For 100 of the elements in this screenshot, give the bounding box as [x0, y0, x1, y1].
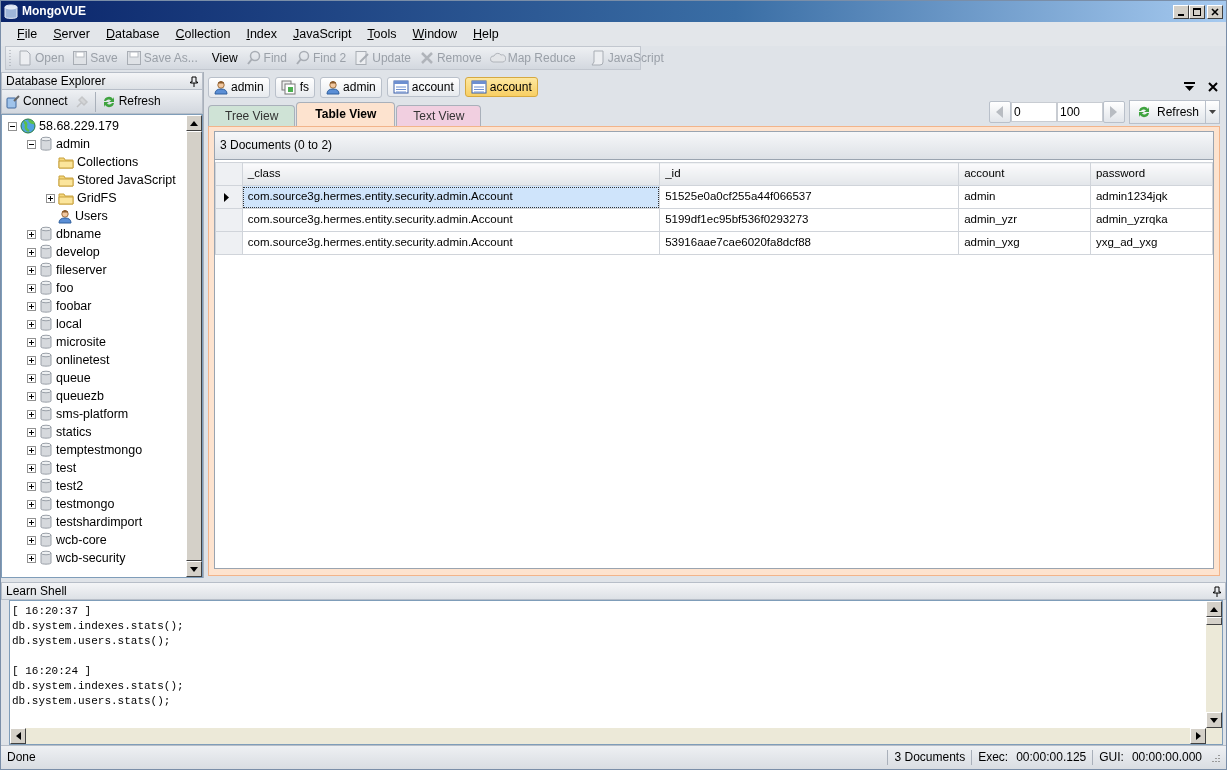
expand-icon[interactable]	[27, 517, 36, 527]
tree-item[interactable]: queue	[56, 370, 91, 386]
vertical-scrollbar[interactable]	[186, 115, 202, 577]
tree-item[interactable]: testshardimport	[56, 514, 143, 530]
expand-icon[interactable]	[27, 409, 36, 419]
horizontal-scrollbar[interactable]	[10, 728, 1222, 744]
tree-item[interactable]: foo	[56, 280, 74, 296]
tree-item[interactable]: onlinetest	[56, 352, 110, 368]
from-field[interactable]: 0	[1010, 102, 1057, 122]
to-field[interactable]: 100	[1056, 102, 1103, 122]
breadcrumb-tab[interactable]: account	[386, 76, 460, 98]
toolbar-button[interactable]: View	[208, 50, 241, 66]
tree-item[interactable]: wcb-security	[56, 550, 126, 566]
close-icon[interactable]	[1208, 82, 1218, 92]
menu-item[interactable]: Database	[98, 24, 168, 44]
breadcrumb-tab[interactable]: admin	[320, 76, 382, 98]
breadcrumb-tab[interactable]: account	[464, 76, 538, 98]
tree-item[interactable]: Stored JavaScript	[77, 172, 176, 188]
tree-item[interactable]: foobar	[56, 298, 92, 314]
tree-item[interactable]: test	[56, 460, 77, 476]
scroll-up-icon[interactable]	[190, 120, 198, 126]
dropdown-icon[interactable]	[1184, 82, 1195, 92]
refresh-dropdown-button[interactable]	[1206, 100, 1220, 124]
tree-item[interactable]: queuezb	[56, 388, 104, 404]
expand-icon[interactable]	[27, 229, 36, 239]
pin-icon[interactable]	[1213, 585, 1221, 597]
menu-item[interactable]: Index	[238, 24, 285, 44]
tree-item[interactable]: local	[56, 316, 82, 332]
collapse-icon[interactable]	[27, 139, 36, 149]
database-icon	[39, 388, 53, 404]
expand-icon[interactable]	[27, 427, 36, 437]
database-icon	[39, 244, 53, 260]
tree-item[interactable]: test2	[56, 478, 84, 494]
database-icon	[39, 262, 53, 278]
tree-item[interactable]: admin	[56, 136, 91, 152]
scroll-right-icon[interactable]	[1195, 732, 1201, 740]
refresh-button[interactable]: Refresh	[97, 93, 164, 110]
breadcrumb-tab[interactable]: admin	[208, 76, 270, 98]
expand-icon[interactable]	[27, 283, 36, 293]
expand-icon[interactable]	[27, 481, 36, 491]
expand-icon[interactable]	[27, 355, 36, 365]
expand-icon[interactable]	[27, 301, 36, 311]
view-tab[interactable]: Table View	[296, 101, 396, 126]
tree-item[interactable]: fileserver	[56, 262, 107, 278]
database-icon	[39, 532, 53, 548]
tree-item[interactable]: sms-platform	[56, 406, 129, 422]
menu-item[interactable]: File	[9, 24, 46, 44]
tree-item[interactable]: testmongo	[56, 496, 115, 512]
menu-item[interactable]: Help	[465, 24, 507, 44]
expand-icon[interactable]	[27, 373, 36, 383]
expand-icon[interactable]	[27, 463, 36, 473]
table-cell: 5199df1ec95bf536f0293273	[659, 208, 959, 232]
tree-item[interactable]: Users	[75, 208, 108, 224]
scroll-up-icon[interactable]	[1210, 606, 1218, 612]
scroll-down-icon[interactable]	[1210, 717, 1218, 723]
column-header[interactable]: account	[958, 162, 1091, 186]
refresh-button[interactable]: Refresh	[1128, 100, 1206, 124]
column-header[interactable]: _id	[659, 162, 959, 186]
shell-line: db.system.users.stats();	[12, 634, 172, 649]
tree-item[interactable]: statics	[56, 424, 92, 440]
tree-item[interactable]: microsite	[56, 334, 106, 350]
tree-item[interactable]: temptestmongo	[56, 442, 143, 458]
breadcrumb-tab[interactable]: fs	[274, 76, 316, 98]
scroll-down-icon[interactable]	[190, 566, 198, 572]
expand-icon[interactable]	[27, 499, 36, 509]
user-icon	[326, 79, 341, 95]
menu-item[interactable]: Tools	[359, 24, 405, 44]
connect-button[interactable]: Connect	[2, 93, 71, 110]
tree-item[interactable]: GridFS	[77, 190, 117, 206]
scrollbar-thumb[interactable]	[1206, 617, 1222, 625]
menu-item[interactable]: Window	[404, 24, 466, 44]
expand-icon[interactable]	[27, 553, 36, 563]
tree-item[interactable]: dbname	[56, 226, 102, 242]
expand-icon[interactable]	[27, 337, 36, 347]
collapse-icon[interactable]	[8, 121, 17, 131]
tree-item[interactable]: wcb-core	[56, 532, 107, 548]
caret-icon	[1209, 110, 1216, 114]
view-tab[interactable]: Tree View	[208, 104, 296, 126]
view-tab[interactable]: Text View	[396, 104, 482, 126]
column-header[interactable]: password	[1090, 162, 1213, 186]
expand-icon[interactable]	[27, 319, 36, 329]
vertical-scrollbar[interactable]	[1206, 601, 1222, 728]
document-icon	[17, 50, 33, 66]
menu-item[interactable]: Server	[45, 24, 98, 44]
shell-line: db.system.indexes.stats();	[12, 619, 185, 634]
expand-icon[interactable]	[27, 265, 36, 275]
tree-item[interactable]: 58.68.229.179	[39, 118, 119, 134]
tree-item[interactable]: develop	[56, 244, 100, 260]
column-header[interactable]: _class	[242, 162, 660, 186]
expand-icon[interactable]	[27, 445, 36, 455]
menu-item[interactable]: Collection	[167, 24, 239, 44]
database-icon	[39, 316, 53, 332]
expand-icon[interactable]	[46, 193, 55, 203]
tree-item[interactable]: Collections	[77, 154, 139, 170]
expand-icon[interactable]	[27, 535, 36, 545]
expand-icon[interactable]	[27, 391, 36, 401]
menu-item[interactable]: JavaScript	[285, 24, 360, 44]
expand-icon[interactable]	[27, 247, 36, 257]
scroll-left-icon[interactable]	[15, 732, 21, 740]
pin-icon[interactable]	[190, 75, 198, 87]
